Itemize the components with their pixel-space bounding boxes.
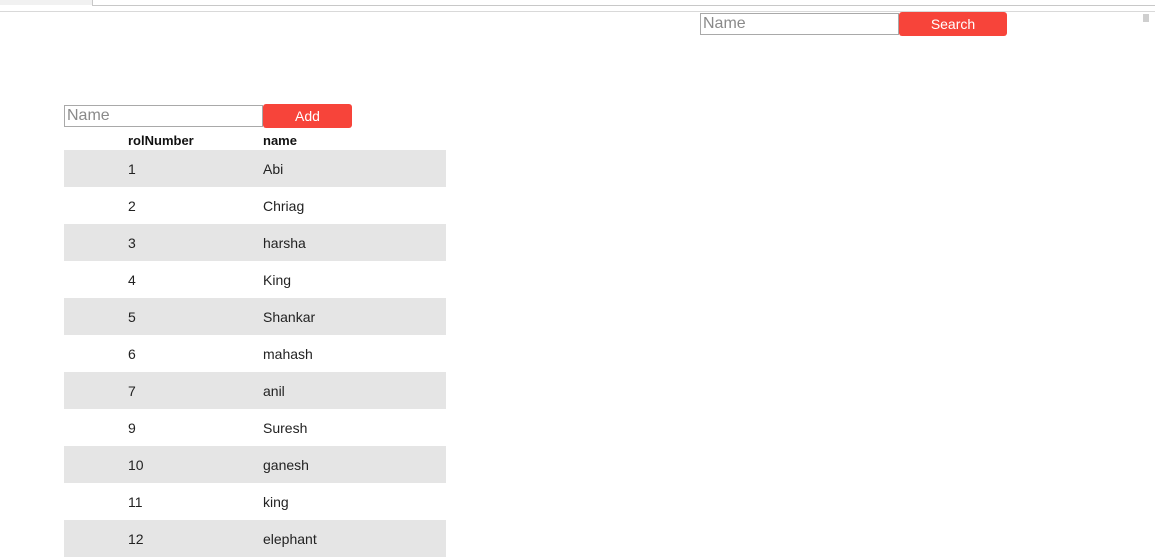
table-row: 6 mahash	[64, 335, 446, 372]
add-button[interactable]: Add	[263, 104, 352, 128]
name-cell: Chriag	[263, 197, 305, 214]
name-cell: Abi	[263, 160, 284, 177]
browser-chrome	[0, 0, 1155, 12]
name-cell: anil	[263, 382, 285, 399]
table-row: 3 harsha	[64, 224, 446, 261]
name-cell: elephant	[263, 530, 317, 547]
name-cell: king	[263, 493, 289, 510]
scrollbar-arrow[interactable]	[1143, 14, 1149, 22]
search-form: Search	[700, 12, 1007, 36]
table-row: 12 elephant	[64, 520, 446, 557]
rolnumber-cell: 1	[128, 160, 136, 177]
records-table: rolNumber name 1 Abi 2 Chriag 3 harsha 4…	[64, 131, 446, 557]
table-row: 2 Chriag	[64, 187, 446, 224]
name-cell: Suresh	[263, 419, 308, 436]
add-form: Add	[64, 104, 352, 128]
rolnumber-cell: 12	[128, 530, 144, 547]
table-row: 7 anil	[64, 372, 446, 409]
name-cell: King	[263, 271, 292, 288]
table-row: 5 Shankar	[64, 298, 446, 335]
rolnumber-cell: 10	[128, 456, 144, 473]
rolnumber-cell: 7	[128, 382, 136, 399]
rolnumber-cell: 2	[128, 197, 136, 214]
table-header: rolNumber name	[64, 131, 446, 150]
tab-strip-fragment	[0, 0, 92, 5]
table-row: 4 King	[64, 261, 446, 298]
rolnumber-cell: 6	[128, 345, 136, 362]
search-button[interactable]: Search	[899, 12, 1007, 36]
table-row: 1 Abi	[64, 150, 446, 187]
rolnumber-cell: 3	[128, 234, 136, 251]
table-row: 10 ganesh	[64, 446, 446, 483]
search-input[interactable]	[700, 13, 899, 35]
rolnumber-cell: 5	[128, 308, 136, 325]
rolnumber-cell: 11	[128, 493, 143, 510]
address-bar[interactable]	[92, 0, 1155, 6]
table-row: 11 king	[64, 483, 446, 520]
name-cell: ganesh	[263, 456, 309, 473]
name-cell: mahash	[263, 345, 313, 362]
rolnumber-cell: 4	[128, 271, 136, 288]
column-header-rolnumber: rolNumber	[128, 133, 194, 148]
rolnumber-cell: 9	[128, 419, 136, 436]
table-row: 9 Suresh	[64, 409, 446, 446]
column-header-name: name	[263, 133, 297, 148]
name-cell: harsha	[263, 234, 306, 251]
add-name-input[interactable]	[64, 105, 263, 127]
name-cell: Shankar	[263, 308, 316, 325]
